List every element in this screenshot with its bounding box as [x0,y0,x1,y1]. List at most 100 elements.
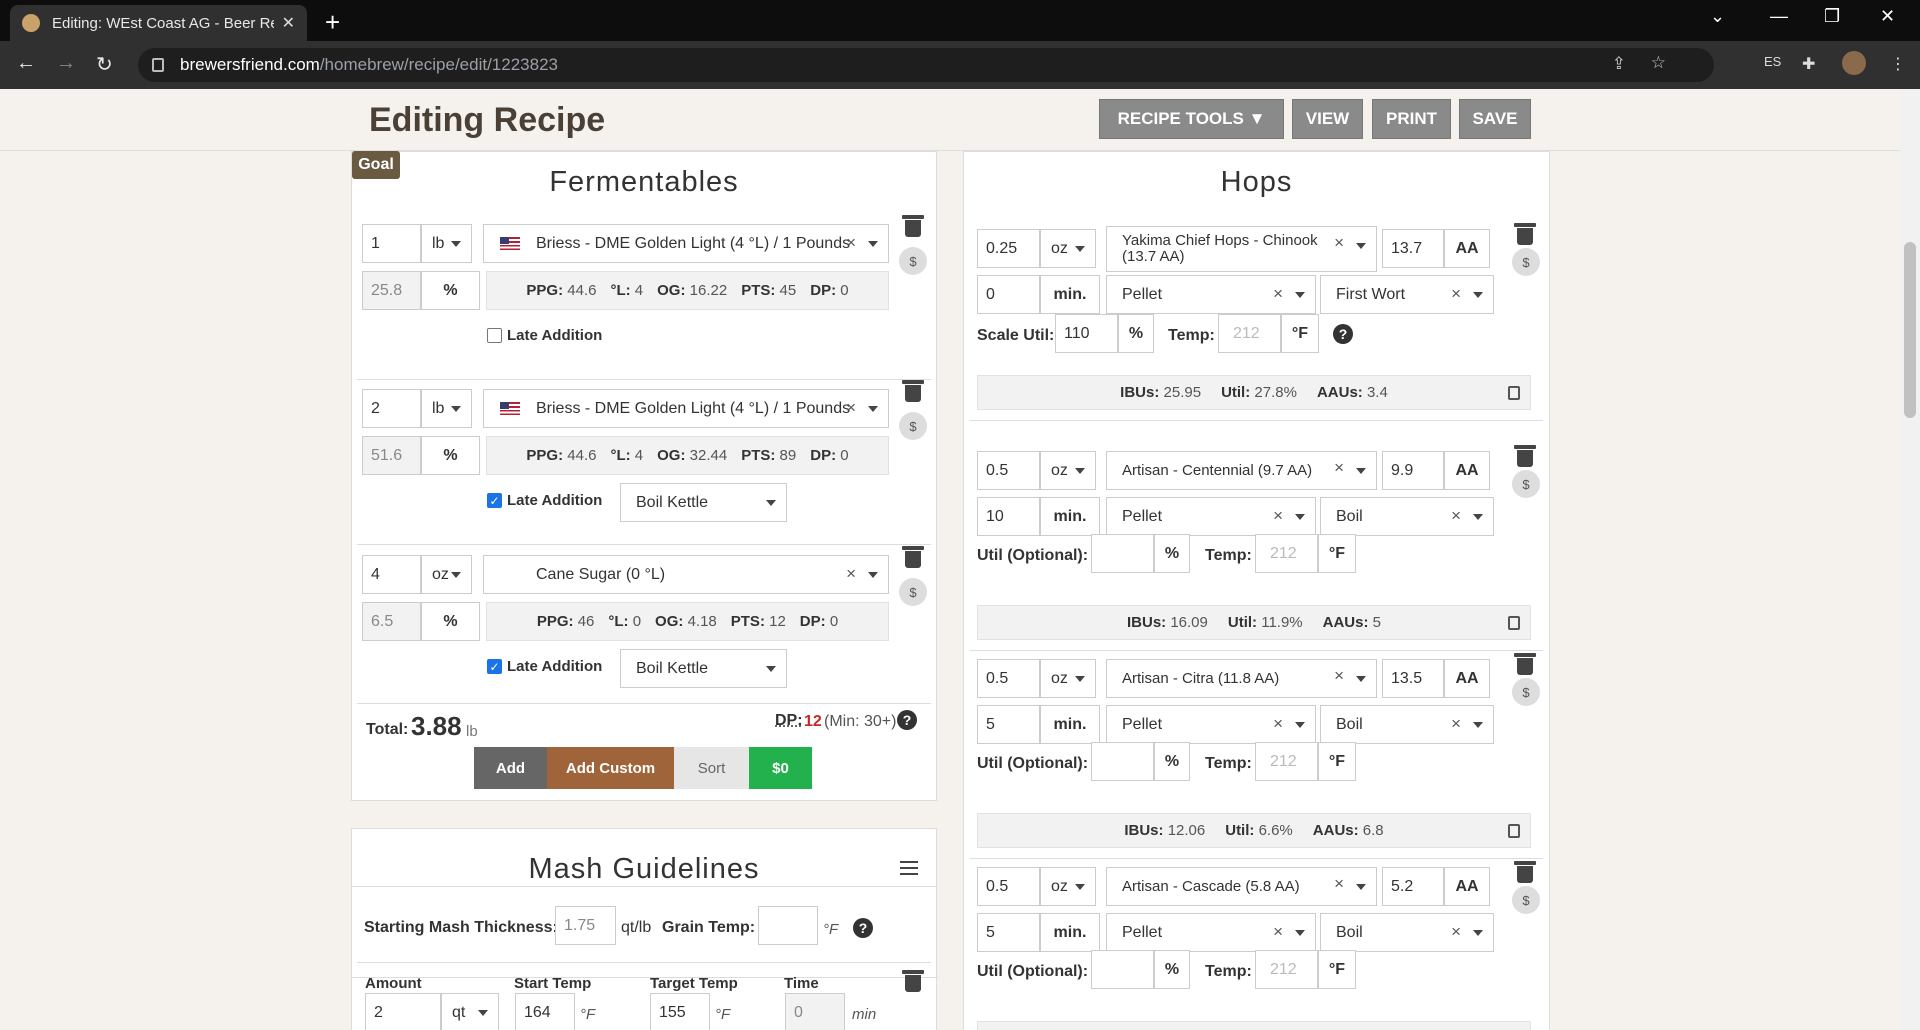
fermentable-name-select[interactable]: Briess - DME Golden Light (4 °L) / 1 Pou… [483,224,889,263]
copy-icon[interactable] [1508,386,1520,400]
hop-temp-input[interactable]: 212 [1255,534,1318,573]
minimize-icon[interactable]: — [1770,6,1788,27]
print-button[interactable]: PRINT [1372,99,1451,139]
reload-icon[interactable]: ↻ [96,52,113,77]
fermentable-amount-input[interactable]: 2 [362,389,421,428]
hop-time-input[interactable]: 10 [977,497,1040,536]
fermentable-unit-select[interactable]: oz [421,555,472,594]
hop-util-input[interactable] [1091,950,1154,989]
mash-thickness-input[interactable]: 1.75 [555,906,616,945]
clear-selection-icon[interactable]: × [846,233,856,253]
page-scrollbar[interactable] [1900,89,1920,1030]
bookmark-star-icon[interactable]: ☆ [1651,53,1666,73]
fermentable-cost-icon[interactable]: $ [899,247,927,275]
share-icon[interactable]: ⇪ [1612,54,1626,74]
hop-aa-input[interactable]: 13.5 [1382,659,1444,698]
hop-delete-icon[interactable] [1514,861,1536,883]
profile-badge[interactable]: ES [1764,54,1781,69]
add-custom-button[interactable]: Add Custom [547,747,674,789]
hop-unit-select[interactable]: oz [1040,451,1096,490]
clear-selection-icon[interactable]: × [1334,459,1344,476]
late-addition-target-select[interactable]: Boil Kettle [620,649,787,688]
clear-selection-icon[interactable]: × [1451,284,1461,304]
close-window-icon[interactable]: ✕ [1880,6,1895,27]
fermentable-name-select[interactable]: Briess - DME Golden Light (4 °L) / 1 Pou… [483,389,889,428]
hop-temp-input[interactable]: 212 [1255,950,1318,989]
hop-variety-select[interactable]: Yakima Chief Hops - Chinook (13.7 AA) × [1106,226,1377,272]
fermentable-amount-input[interactable]: 1 [362,224,421,263]
clear-selection-icon[interactable]: × [1451,714,1461,734]
hop-variety-select[interactable]: Artisan - Centennial (9.7 AA) × [1106,451,1377,490]
clear-selection-icon[interactable]: × [1273,922,1283,942]
hop-cost-icon[interactable]: $ [1512,470,1540,498]
hop-util-help-icon[interactable]: ? [1333,324,1353,344]
browser-tab[interactable]: Editing: WEst Coast AG - Beer Re ✕ [10,5,307,41]
hop-temp-input[interactable]: 212 [1218,314,1281,353]
hop-unit-select[interactable]: oz [1040,659,1096,698]
hop-use-select[interactable]: Boil × [1320,497,1494,536]
fermentable-percent-input[interactable]: 6.5 [362,602,421,641]
hop-amount-input[interactable]: 0.5 [977,451,1040,490]
mash-time-input[interactable]: 0 [785,993,845,1030]
clear-selection-icon[interactable]: × [1273,284,1283,304]
fermentable-unit-select[interactable]: lb [421,389,472,428]
extensions-icon[interactable]: ✚ [1802,54,1815,74]
fermentable-delete-icon[interactable] [902,380,924,402]
hop-aa-input[interactable]: 13.7 [1382,229,1444,268]
hop-time-input[interactable]: 5 [977,913,1040,952]
late-addition-checkbox[interactable] [487,328,502,343]
address-bar[interactable]: brewersfriend.com/homebrew/recipe/edit/1… [138,48,1714,82]
sort-button[interactable]: Sort [674,747,749,789]
mash-step-delete-icon[interactable] [902,970,924,992]
hop-util-input[interactable]: 110 [1055,314,1118,353]
hop-aa-input[interactable]: 5.2 [1382,867,1444,906]
mash-help-icon[interactable]: ? [853,918,873,938]
mash-target-temp-input[interactable]: 155 [650,993,710,1030]
late-addition-checkbox[interactable]: ✓ [487,493,502,508]
hop-use-select[interactable]: First Wort × [1320,275,1494,314]
hop-amount-input[interactable]: 0.5 [977,867,1040,906]
mash-start-temp-input[interactable]: 164 [515,993,575,1030]
avatar[interactable] [1842,51,1866,75]
fermentable-delete-icon[interactable] [902,215,924,237]
clear-selection-icon[interactable]: × [1273,506,1283,526]
hop-form-select[interactable]: Pellet × [1106,705,1316,744]
copy-icon[interactable] [1508,616,1520,630]
dp-help-icon[interactable]: ? [897,710,917,730]
hop-amount-input[interactable]: 0.5 [977,659,1040,698]
close-tab-icon[interactable]: ✕ [282,13,295,33]
clear-selection-icon[interactable]: × [1334,667,1344,684]
hop-util-input[interactable] [1091,534,1154,573]
late-addition-checkbox[interactable]: ✓ [487,659,502,674]
fermentable-cost-button[interactable]: $0 [749,747,812,789]
recipe-tools-button[interactable]: RECIPE TOOLS ▼ [1099,99,1284,139]
goal-badge[interactable]: Goal [352,151,400,179]
fermentable-cost-icon[interactable]: $ [899,578,927,606]
clear-selection-icon[interactable]: × [846,564,856,584]
fermentable-percent-input[interactable]: 51.6 [362,436,421,475]
hop-form-select[interactable]: Pellet × [1106,913,1316,952]
restore-icon[interactable]: ❐ [1824,6,1840,27]
hop-util-input[interactable] [1091,742,1154,781]
hop-use-select[interactable]: Boil × [1320,913,1494,952]
hop-variety-select[interactable]: Artisan - Cascade (5.8 AA) × [1106,867,1377,906]
hop-form-select[interactable]: Pellet × [1106,497,1316,536]
fermentable-amount-input[interactable]: 4 [362,555,421,594]
hop-time-input[interactable]: 5 [977,705,1040,744]
view-button[interactable]: VIEW [1292,99,1363,139]
clear-selection-icon[interactable]: × [1451,922,1461,942]
hop-delete-icon[interactable] [1514,653,1536,675]
menu-kebab-icon[interactable]: ⋮ [1890,54,1906,74]
hop-delete-icon[interactable] [1514,445,1536,467]
hop-cost-icon[interactable]: $ [1512,886,1540,914]
hop-cost-icon[interactable]: $ [1512,678,1540,706]
hop-temp-input[interactable]: 212 [1255,742,1318,781]
new-tab-icon[interactable]: + [325,7,340,38]
hop-aa-input[interactable]: 9.9 [1382,451,1444,490]
hop-cost-icon[interactable]: $ [1512,248,1540,276]
back-icon[interactable]: ← [16,52,36,75]
mash-amount-unit-select[interactable]: qt [441,993,499,1030]
fermentable-percent-input[interactable]: 25.8 [362,271,421,310]
fermentable-delete-icon[interactable] [902,546,924,568]
hop-delete-icon[interactable] [1514,223,1536,245]
